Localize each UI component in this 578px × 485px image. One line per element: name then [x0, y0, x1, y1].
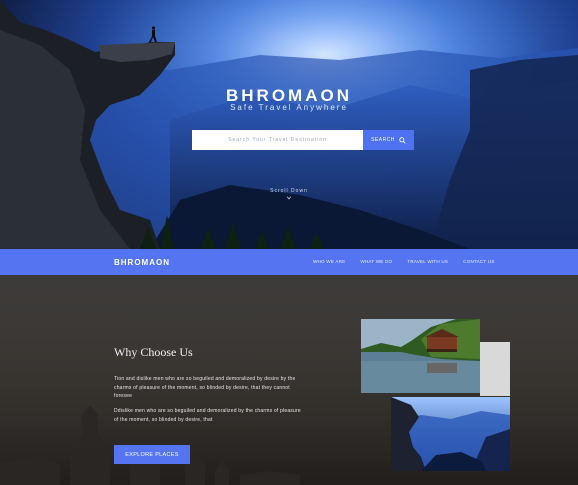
scroll-down-label: Scroll Down [270, 188, 308, 194]
brand-logo[interactable]: BHROMAON [114, 258, 170, 267]
section-paragraph-2: Ddislike men who are so beguiled and dem… [114, 408, 301, 423]
chevron-down-icon [286, 196, 292, 200]
photo-frame-decoration [480, 342, 510, 396]
search-icon [399, 136, 406, 144]
section-heading: Why Choose Us [114, 345, 193, 359]
why-choose-us-section: Why Choose Us Tion and dislike men who a… [0, 275, 578, 485]
search-bar: SEARCH [192, 130, 414, 150]
explore-places-button[interactable]: EXPLORE PLACES [114, 445, 190, 464]
nav-link-what-we-do[interactable]: WHAT WE DO [360, 259, 392, 264]
search-button[interactable]: SEARCH [363, 130, 414, 150]
hero-background-image [0, 0, 578, 249]
nav-links: WHO WE ARE WHAT WE DO TRAVEL WITH US CON… [313, 259, 495, 264]
search-input[interactable] [192, 130, 363, 150]
search-button-label: SEARCH [371, 137, 395, 143]
scroll-down-link[interactable]: Scroll Down [0, 188, 578, 201]
hero-tagline: Safe Travel Anywhere [230, 103, 348, 112]
section-paragraph-1: Tion and dislike men who are so beguiled… [114, 376, 296, 399]
main-navbar: BHROMAON WHO WE ARE WHAT WE DO TRAVEL WI… [0, 249, 578, 275]
nav-link-travel-with-us[interactable]: TRAVEL WITH US [407, 259, 448, 264]
boathouse-lake-photo [361, 319, 480, 393]
page: BHROMAON Safe Travel Anywhere SEARCH Scr… [0, 0, 578, 485]
mountain-valley-photo [391, 397, 510, 471]
nav-link-who-we-are[interactable]: WHO WE ARE [313, 259, 345, 264]
hero-section: BHROMAON Safe Travel Anywhere SEARCH Scr… [0, 0, 578, 249]
nav-link-contact-us[interactable]: CONTACT US [463, 259, 494, 264]
